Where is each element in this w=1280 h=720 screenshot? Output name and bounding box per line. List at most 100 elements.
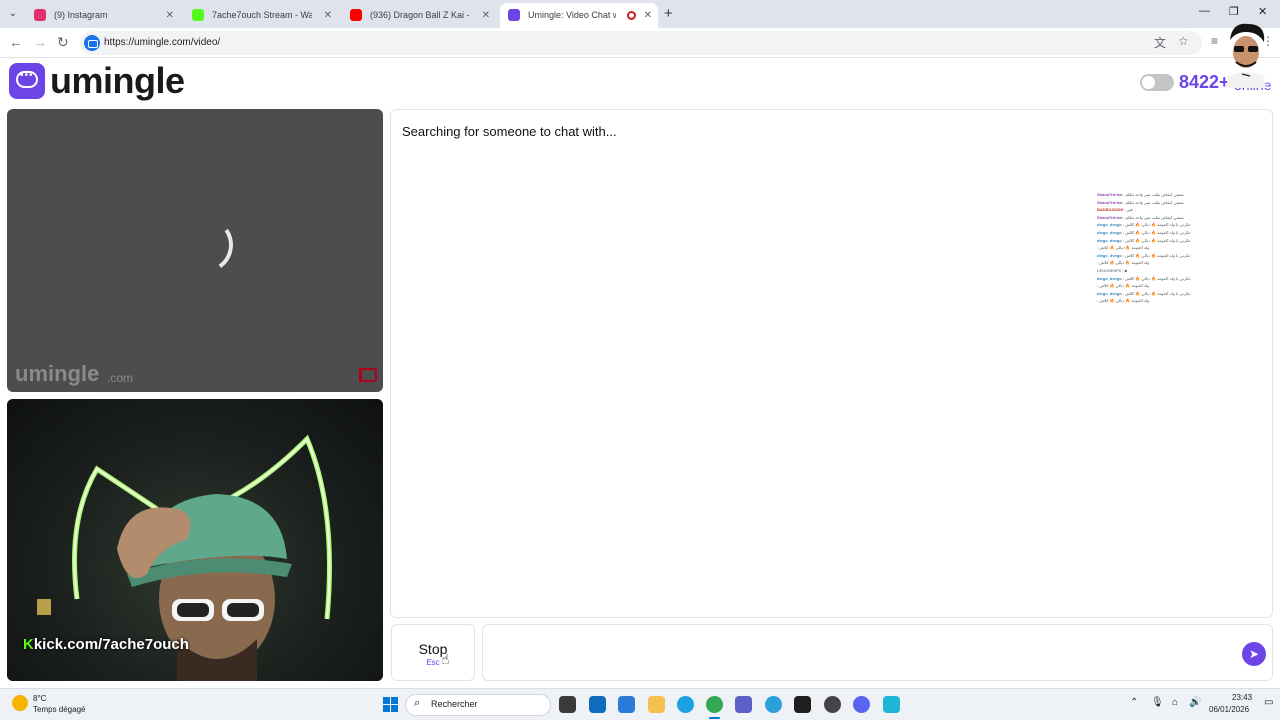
stream-chat-overlay: ShanaTrd:bw : تمشي كيفاش تقلب شي واحد تت… [1097,191,1267,305]
tab-umingle[interactable]: Umingle: Video Chat with Strangers ✕ [500,3,658,28]
file-explorer-icon[interactable] [648,696,665,713]
tab-title: Umingle: Video Chat with Strangers [528,10,616,20]
stream-chat-username: diego_dvego [1097,222,1122,228]
stream-chat-line: diego_dvego : حكرتي يا ولد الحومة 🔥 ديال… [1097,275,1191,281]
stream-chat-line: : ولد الحومة 🔥 ديالي 🔥 كلاش [1097,245,1150,251]
os-taskbar: 8°C Temps dégagé ⌕ Rechercher ⌃ 🎙 ⌂ 🔊 23… [0,688,1280,720]
chrome-icon[interactable] [706,696,723,719]
theme-toggle[interactable] [1140,74,1174,91]
network-icon[interactable]: ⌂ [1172,697,1178,708]
store-icon[interactable] [589,696,606,713]
tab-title: 7ache7ouch Stream - Watch Live on Kick [212,10,312,20]
minimize-icon[interactable]: — [1199,5,1210,17]
reading-list-icon[interactable]: ≡ [1211,34,1218,48]
close-tab-icon[interactable]: ✕ [324,3,332,28]
browser-toolbar: ← → ↻ https://umingle.com/video/ 文 ☆ ≡ ⋮ [0,28,1280,58]
stream-chat-line: LEOUSESFS : ■ [1097,267,1127,273]
taskbar-search[interactable]: ⌕ Rechercher [405,694,551,716]
stream-chat-message: ولد الحومة 🔥 ديالي 🔥 كلاش [1099,298,1150,304]
chat-panel: Searching for someone to chat with... Sh… [390,109,1273,618]
weather-condition[interactable]: Temps dégagé [33,705,85,714]
stop-button[interactable]: Stop Esc [391,624,475,681]
stop-button-label: Stop [418,641,448,657]
restore-icon[interactable]: ❐ [1229,5,1239,18]
tray-chevron-icon[interactable]: ⌃ [1130,697,1138,708]
tab-youtube[interactable]: (936) Dragon Ball Z Kai - Space ✕ [342,3,496,28]
stranger-video: umingle .com [7,109,383,392]
notifications-icon[interactable]: ▭ [1264,697,1273,708]
windows-start-icon[interactable] [383,697,398,712]
send-button[interactable]: ➤ [1242,642,1266,666]
stream-chat-line: : ولد الحومة 🔥 ديالي 🔥 كلاش [1097,283,1150,289]
volume-icon[interactable]: 🔊 [1189,697,1201,708]
stream-chat-message: ولد الحومة 🔥 ديالي 🔥 كلاش [1099,245,1150,251]
stream-chat-username: diego_dvego [1097,275,1122,281]
obs-icon[interactable] [794,696,811,713]
tab-search-chevron-icon[interactable]: ⌄ [6,7,20,21]
chat-bubble-icon [16,70,38,88]
search-icon: ⌕ [414,697,421,709]
tab-instagram[interactable]: (9) Instagram ✕ [26,3,180,28]
kick-icon [192,9,204,21]
youtube-icon [350,9,362,21]
stream-chat-line: diego_dvego : حكرتي يا ولد الحومة 🔥 ديال… [1097,252,1191,258]
microphone-icon[interactable]: 🎙 [1151,697,1164,708]
close-window-icon[interactable]: ✕ [1258,5,1267,18]
telegram-icon[interactable] [765,696,782,713]
report-flag-icon[interactable] [359,368,377,382]
weather-temperature[interactable]: 8°C [33,694,46,703]
outlook-icon[interactable] [618,696,635,713]
edge-icon[interactable] [677,696,694,713]
stream-chat-message: تمشي كيفاش تقلب شي واحد تتكلم [1125,192,1184,197]
close-tab-icon[interactable]: ✕ [166,3,174,28]
stream-chat-message: تمشي كيفاش تقلب شي واحد تتكلم [1125,214,1184,220]
stream-chat-line: diego_dvego : حكرتي يا ولد الحومة 🔥 ديال… [1097,237,1191,243]
close-tab-icon[interactable]: ✕ [482,3,490,28]
hand-cursor-icon: ☝ [441,651,450,667]
send-arrow-icon: ➤ [1248,647,1260,661]
tab-kick-stream[interactable]: 7ache7ouch Stream - Watch Live on Kick ✕ [184,3,338,28]
stream-chat-message: حكرتي يا ولد الحومة 🔥 ديالي 🔥 كلاش [1125,290,1191,296]
url-text[interactable]: https://umingle.com/video/ [104,31,220,55]
stream-chat-line: diego_dvego : حكرتي يا ولد الحومة 🔥 ديال… [1097,222,1191,228]
stream-chat-username: diego_dvego [1097,290,1122,296]
kick-overlay-text: Kkick.com/7ache7ouch [23,636,189,653]
umingle-logo-icon[interactable] [9,63,45,99]
video-watermark-domain: .com [107,371,134,385]
stream-chat-line: : ولد الحومة 🔥 ديالي 🔥 كلاش [1097,260,1150,266]
tab-title: (9) Instagram [54,10,108,20]
close-tab-icon[interactable]: ✕ [644,3,652,28]
stream-chat-message: حكرتي يا ولد الحومة 🔥 ديالي 🔥 كلاش [1125,237,1191,243]
stream-chat-message: فين [1126,207,1133,213]
stream-chat-line: diego_dvego : حكرتي يا ولد الحومة 🔥 ديال… [1097,229,1191,235]
back-icon[interactable]: ← [9,34,23,50]
stream-chat-message: حكرتي يا ولد الحومة 🔥 ديالي 🔥 كلاش [1125,252,1191,258]
task-view-icon[interactable] [559,696,576,713]
stream-chat-message: ■ [1124,267,1127,273]
bookmark-star-icon[interactable]: ☆ [1178,34,1189,48]
translate-icon[interactable]: 文 [1154,34,1166,51]
reload-icon[interactable]: ↻ [57,34,69,51]
stream-chat-username: ShanaTrd:bw [1097,192,1123,197]
umingle-icon [508,9,520,21]
clock-date[interactable]: 06/01/2026 [1209,705,1249,714]
umingle-logo-text[interactable]: umingle [50,60,185,102]
stream-chat-line: ShanaTrd:bw : تمشي كيفاش تقلب شي واحد تت… [1097,199,1184,205]
video-watermark-brand: umingle [15,361,100,386]
forward-icon[interactable]: → [33,34,47,50]
stream-chat-username: diego_dvego [1097,237,1122,243]
streaming-app-icon[interactable] [824,696,841,713]
discord-icon[interactable] [853,696,870,713]
stream-chat-username: diego_dvego [1097,229,1122,235]
teams-icon[interactable] [735,696,752,713]
capture-app-icon[interactable] [883,696,900,713]
weather-sun-icon[interactable] [12,695,28,711]
address-bar[interactable]: https://umingle.com/video/ 文 ☆ [80,31,1202,55]
stream-chat-username: LEOUSESFS [1097,267,1122,273]
clock-time[interactable]: 23:43 [1232,693,1252,702]
site-info-icon[interactable] [84,35,100,51]
stream-chat-message: تمشي كيفاش تقلب شي واحد تتكلم [1125,199,1184,205]
stop-button-shortcut: Esc [426,658,440,667]
message-input[interactable]: ➤ [482,624,1273,681]
new-tab-button[interactable]: + [664,5,673,22]
